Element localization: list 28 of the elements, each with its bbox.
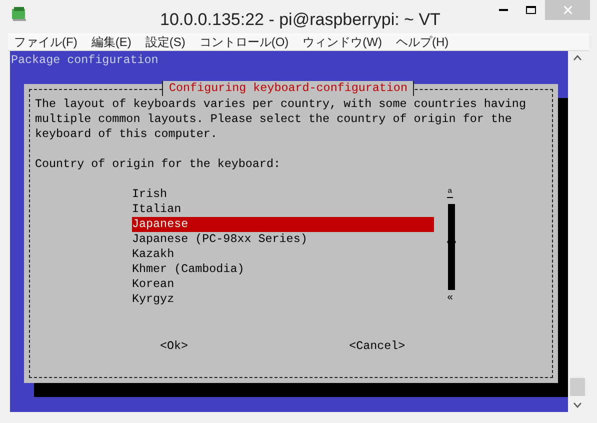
dialog-button[interactable]: <Ok>	[160, 339, 188, 354]
menu-item[interactable]: ファイル(F)	[14, 32, 78, 50]
list-item[interactable]: Khmer (Cambodia)	[132, 262, 434, 277]
scroll-down-icon[interactable]	[573, 402, 582, 408]
list-prompt: Country of origin for the keyboard:	[35, 157, 282, 172]
list-item[interactable]: Japanese (PC-98xx Series)	[132, 232, 434, 247]
dialog-description: The layout of keyboards varies per country, with some countries having multiple common layouts. Please select the country of origin for the keyboard of this computer.	[35, 97, 527, 142]
window-title: 10.0.0.135:22 - pi@raspberrypi: ~ VT	[160, 9, 440, 31]
menu-item[interactable]: ヘルプ(H)	[396, 32, 449, 50]
dialog-button[interactable]: <Cancel>	[349, 339, 406, 354]
menu-item[interactable]: コントロール(O)	[199, 32, 289, 50]
scroll-top-mark: ª	[447, 188, 454, 202]
list-item[interactable]: Italian	[132, 202, 434, 217]
list-item[interactable]: Kazakh	[132, 247, 434, 262]
list-item[interactable]: Kyrgyz	[132, 292, 434, 307]
scroll-up-icon[interactable]	[573, 55, 582, 61]
scroll-bottom-mark: «	[447, 292, 454, 306]
list-item[interactable]: Irish	[132, 187, 434, 202]
list-item[interactable]: Korean	[132, 277, 434, 292]
list-item[interactable]: Japanese	[132, 217, 434, 232]
scrollbar-thumb[interactable]	[570, 378, 586, 396]
menu-item[interactable]: 編集(E)	[91, 32, 132, 50]
terminal-header: Package configuration	[10, 53, 160, 68]
menu-item[interactable]: 設定(S)	[145, 32, 186, 50]
menu-item[interactable]: ウィンドウ(W)	[302, 32, 382, 50]
close-icon	[564, 6, 572, 14]
dialog-title: Configuring keyboard-configuration	[162, 81, 414, 96]
terminal-app-icon	[11, 7, 27, 21]
